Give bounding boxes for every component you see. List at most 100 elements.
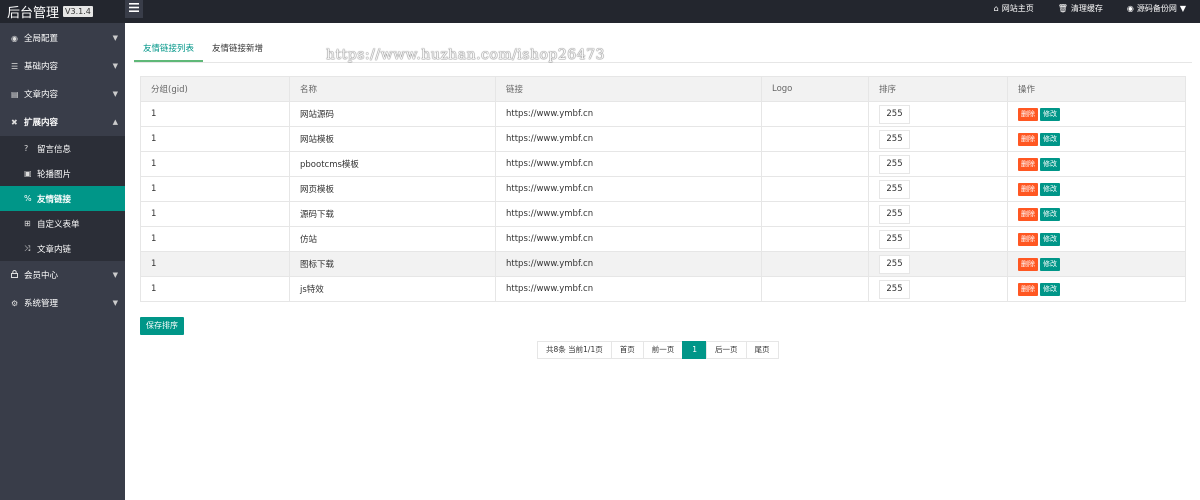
cell-logo bbox=[761, 276, 869, 302]
cell-actions: 删除 修改 bbox=[1007, 251, 1186, 277]
clear-cache-link[interactable]: 🗑 清理缓存 bbox=[1058, 3, 1103, 14]
page-first-button[interactable]: 首页 bbox=[610, 341, 644, 359]
sidebar-subnav: ? 留言信息 ▣ 轮播图片 % 友情链接 ⊞ 自定义表单 ⤨ 文章内链 bbox=[0, 136, 125, 261]
edit-button[interactable]: 修改 bbox=[1040, 107, 1060, 121]
sort-input[interactable] bbox=[879, 204, 910, 224]
page-current-button[interactable]: 1 bbox=[682, 341, 708, 359]
sidebar-item-extended-content[interactable]: ✖ 扩展内容 ▲ bbox=[0, 108, 125, 136]
column-header-gid: 分组(gid) bbox=[140, 76, 290, 102]
sidebar-item-system-management[interactable]: ⚙ 系统管理 ▼ bbox=[0, 289, 125, 317]
cell-link: https://www.ymbf.cn bbox=[495, 176, 762, 202]
cell-actions: 删除 修改 bbox=[1007, 276, 1186, 302]
table-row: 1仿站https://www.ymbf.cn 删除修改 bbox=[140, 226, 1186, 252]
delete-button[interactable]: 删除 bbox=[1018, 132, 1038, 146]
site-home-link[interactable]: ⌂ 网站主页 bbox=[994, 3, 1034, 14]
delete-button[interactable]: 删除 bbox=[1018, 107, 1038, 121]
delete-button[interactable]: 删除 bbox=[1018, 232, 1038, 246]
expand-icon: ✖ bbox=[11, 117, 18, 127]
cell-sort bbox=[868, 226, 1008, 252]
chevron-down-icon: ▼ bbox=[112, 34, 118, 42]
cell-actions: 删除 修改 bbox=[1007, 226, 1186, 252]
page-prev-button[interactable]: 前一页 bbox=[642, 341, 684, 359]
sidebar-item-article-content[interactable]: ▤ 文章内容 ▼ bbox=[0, 80, 125, 108]
edit-button[interactable]: 修改 bbox=[1040, 157, 1060, 171]
user-menu[interactable]: ◉ 源码备份网 ▼ bbox=[1127, 3, 1186, 14]
sidebar-item-basic-content[interactable]: ☰ 基础内容 ▼ bbox=[0, 52, 125, 80]
delete-button[interactable]: 删除 bbox=[1018, 257, 1038, 271]
sort-input[interactable] bbox=[879, 154, 910, 174]
delete-button[interactable]: 删除 bbox=[1018, 207, 1038, 221]
cell-logo bbox=[761, 201, 869, 227]
sidebar-item-label: 系统管理 bbox=[24, 299, 59, 309]
table-body: 1网站源码https://www.ymbf.cn删除修改1网站模板https:/… bbox=[140, 101, 1186, 302]
cell-link: https://www.ymbf.cn bbox=[495, 276, 762, 302]
cell-link: https://www.ymbf.cn bbox=[495, 226, 762, 252]
sidebar-item-custom-form[interactable]: ⊞ 自定义表单 bbox=[0, 211, 125, 236]
cell-link: https://www.ymbf.cn bbox=[495, 201, 762, 227]
page-last-button[interactable]: 尾页 bbox=[745, 341, 779, 359]
chevron-up-icon: ▲ bbox=[112, 118, 118, 126]
cell-link: https://www.ymbf.cn bbox=[495, 126, 762, 152]
sidebar-item-member-center[interactable]: 会员中心 ▼ bbox=[0, 261, 125, 289]
cell-link: https://www.ymbf.cn bbox=[495, 101, 762, 127]
edit-button[interactable]: 修改 bbox=[1040, 207, 1060, 221]
tab-link-list[interactable]: 友情链接列表 bbox=[134, 40, 204, 62]
header-links: ⌂ 网站主页 🗑 清理缓存 ◉ 源码备份网 ▼ bbox=[970, 0, 1186, 17]
sort-input[interactable] bbox=[879, 279, 910, 299]
sidebar-item-messages[interactable]: ? 留言信息 bbox=[0, 136, 125, 161]
page-next-button[interactable]: 后一页 bbox=[706, 341, 747, 359]
sidebar-item-global-config[interactable]: ◉ 全局配置 ▼ bbox=[0, 24, 125, 52]
sidebar-item-article-links[interactable]: ⤨ 文章内链 bbox=[0, 236, 125, 261]
top-header: 后台管理 V3.1.4 ⌂ 网站主页 🗑 清理缓存 ◉ 源码备份网 ▼ bbox=[0, 0, 1200, 23]
cell-name: 源码下载 bbox=[289, 201, 496, 227]
menu-toggle-button[interactable] bbox=[125, 0, 143, 18]
chevron-down-icon: ▼ bbox=[1179, 4, 1186, 13]
sort-input[interactable] bbox=[879, 179, 910, 199]
sidebar-item-slides[interactable]: ▣ 轮播图片 bbox=[0, 161, 125, 186]
sidebar-item-label: 文章内链 bbox=[37, 244, 72, 255]
cell-sort bbox=[868, 151, 1008, 177]
delete-button[interactable]: 删除 bbox=[1018, 157, 1038, 171]
cell-logo bbox=[761, 176, 869, 202]
sidebar-item-friend-links[interactable]: % 友情链接 bbox=[0, 186, 125, 211]
site-home-label: 网站主页 bbox=[1001, 4, 1034, 13]
cell-name: 网站源码 bbox=[289, 101, 496, 127]
sidebar-item-label: 友情链接 bbox=[37, 194, 72, 205]
cell-actions: 删除 修改 bbox=[1007, 176, 1186, 202]
sort-input[interactable] bbox=[879, 104, 910, 124]
cell-gid: 1 bbox=[140, 251, 290, 277]
tab-link-add[interactable]: 友情链接新增 bbox=[203, 40, 272, 62]
cell-gid: 1 bbox=[140, 151, 290, 177]
edit-button[interactable]: 修改 bbox=[1040, 282, 1060, 296]
cell-gid: 1 bbox=[140, 226, 290, 252]
cell-name: pbootcms模板 bbox=[289, 151, 496, 177]
edit-button[interactable]: 修改 bbox=[1040, 232, 1060, 246]
delete-button[interactable]: 删除 bbox=[1018, 282, 1038, 296]
table-row: 1网页模板https://www.ymbf.cn 删除修改 bbox=[140, 176, 1186, 202]
cell-name: js特效 bbox=[289, 276, 496, 302]
sidebar-item-label: 会员中心 bbox=[24, 271, 59, 281]
sort-input[interactable] bbox=[879, 129, 910, 149]
edit-button[interactable]: 修改 bbox=[1040, 257, 1060, 271]
table-header-row: 分组(gid) 名称 链接 Logo 排序 操作 bbox=[140, 76, 1186, 102]
sidebar-item-label: 文章内容 bbox=[24, 90, 59, 100]
edit-button[interactable]: 修改 bbox=[1040, 132, 1060, 146]
sort-input[interactable] bbox=[879, 254, 910, 274]
cell-gid: 1 bbox=[140, 126, 290, 152]
table-row: 1源码下载https://www.ymbf.cn 删除修改 bbox=[140, 201, 1186, 227]
delete-button[interactable]: 删除 bbox=[1018, 182, 1038, 196]
cell-name: 网页模板 bbox=[289, 176, 496, 202]
cell-gid: 1 bbox=[140, 201, 290, 227]
cell-logo bbox=[761, 251, 869, 277]
sidebar-item-label: 扩展内容 bbox=[24, 118, 59, 128]
column-header-actions: 操作 bbox=[1007, 76, 1186, 102]
save-sort-button[interactable]: 保存排序 bbox=[140, 317, 184, 335]
sort-input[interactable] bbox=[879, 229, 910, 249]
cell-actions: 删除 修改 bbox=[1007, 101, 1186, 127]
app-title: 后台管理 bbox=[7, 6, 60, 21]
cell-name: 仿站 bbox=[289, 226, 496, 252]
links-table: 分组(gid) 名称 链接 Logo 排序 操作 1 网站源码 https://ww… bbox=[140, 76, 1186, 302]
column-header-logo: Logo bbox=[761, 76, 869, 102]
sidebar-item-label: 全局配置 bbox=[24, 34, 59, 44]
edit-button[interactable]: 修改 bbox=[1040, 182, 1060, 196]
